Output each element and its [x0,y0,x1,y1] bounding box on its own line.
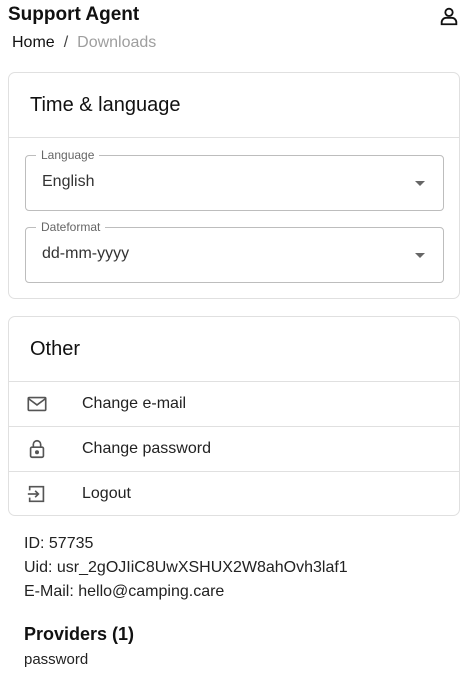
chevron-down-icon [415,253,425,258]
language-label: Language [36,148,100,162]
chevron-down-icon [415,181,425,186]
change-email-item[interactable]: Change e-mail [9,382,459,426]
account-id: ID: 57735 [24,535,94,552]
card-divider [9,137,459,138]
providers-title: Providers (1) [24,624,135,644]
change-email-label: Change e-mail [82,395,187,412]
top-bar: Support Agent [0,0,470,30]
other-card: Other Change e-mail Change password Logo… [8,316,460,516]
lock-icon [26,438,48,460]
breadcrumb-separator: / [63,34,69,51]
other-title: Other [30,338,81,360]
app-title: Support Agent [8,4,140,25]
provider-item: password [24,651,89,668]
breadcrumb-current: Downloads [77,34,157,51]
dateformat-label: Dateformat [36,220,106,234]
person-icon[interactable] [438,5,460,27]
time-language-title: Time & language [30,94,181,116]
change-password-item[interactable]: Change password [9,427,459,471]
breadcrumb-home[interactable]: Home [12,34,55,51]
logout-item[interactable]: Logout [9,472,459,516]
language-select[interactable]: Language English [25,148,444,211]
breadcrumb: Home / Downloads [12,34,156,52]
dateformat-select[interactable]: Dateformat dd-mm-yyyy [25,220,444,283]
time-language-card: Time & language Language English Datefor… [8,72,460,299]
logout-label: Logout [82,485,131,502]
account-email: E-Mail: hello@camping.care [24,583,225,600]
mail-icon [26,393,48,415]
dateformat-value: dd-mm-yyyy [42,245,130,262]
account-uid: Uid: usr_2gOJIiC8UwXSHUX2W8ahOvh3laf1 [24,559,348,576]
language-value: English [42,173,95,190]
change-password-label: Change password [82,440,211,457]
logout-icon [26,483,48,505]
